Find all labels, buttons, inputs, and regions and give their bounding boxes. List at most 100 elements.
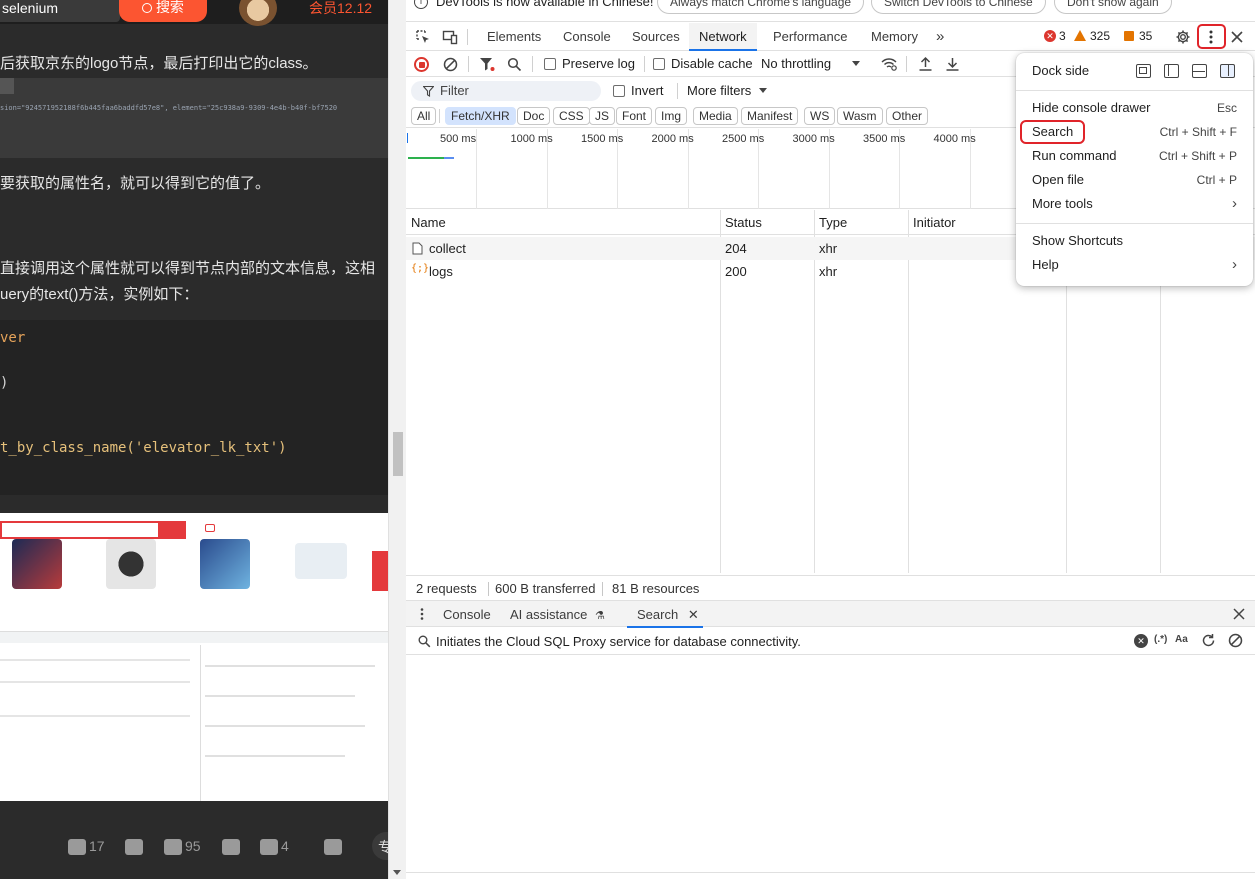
clear-search-icon[interactable]: ✕ xyxy=(1134,634,1148,648)
column-header-type[interactable]: Type xyxy=(814,210,847,235)
comment-button[interactable]: 4 xyxy=(260,838,289,856)
more-tabs-chevron-icon[interactable]: » xyxy=(926,23,954,51)
checkbox-box[interactable] xyxy=(653,58,665,70)
type-chip-other[interactable]: Other xyxy=(886,107,929,125)
clear-icon[interactable] xyxy=(443,57,458,72)
menu-item-run-command[interactable]: Run command Ctrl + Shift + P xyxy=(1016,144,1253,168)
resources-size: 81 B resources xyxy=(612,581,700,596)
tab-elements[interactable]: Elements xyxy=(477,23,551,51)
import-har-upload-icon[interactable] xyxy=(918,56,933,72)
dock-bottom-icon[interactable] xyxy=(1192,64,1207,78)
site-search-label: 搜索 xyxy=(155,0,184,15)
checkbox-box[interactable] xyxy=(544,58,556,70)
type-chip-wasm[interactable]: Wasm xyxy=(837,107,883,125)
match-case-toggle[interactable]: Aa xyxy=(1175,634,1188,645)
match-language-button[interactable]: Always match Chrome's language xyxy=(657,0,865,14)
tab-performance[interactable]: Performance xyxy=(763,23,857,51)
disable-cache-checkbox[interactable]: Disable cache xyxy=(653,56,753,71)
record-stop-icon[interactable] xyxy=(414,57,429,72)
tab-console[interactable]: Console xyxy=(553,23,621,51)
column-header-status[interactable]: Status xyxy=(720,210,762,235)
menu-item-label: Hide console drawer xyxy=(1032,100,1151,115)
tab-network[interactable]: Network xyxy=(689,23,757,51)
type-chip-ws[interactable]: WS xyxy=(804,107,836,125)
vip-badge[interactable]: 会员12.12 xyxy=(309,0,372,18)
type-chip-fetch-xhr[interactable]: Fetch/XHR xyxy=(445,107,516,125)
share-button[interactable] xyxy=(324,838,345,856)
close-tab-icon[interactable]: ✕ xyxy=(688,607,699,622)
menu-item-open-file[interactable]: Open file Ctrl + P xyxy=(1016,168,1253,192)
type-chip-js[interactable]: JS xyxy=(589,107,616,125)
cart-icon xyxy=(205,524,215,532)
drawer-tab-console[interactable]: Console xyxy=(443,601,491,628)
preserve-log-checkbox[interactable]: Preserve log xyxy=(544,56,635,71)
type-chip-font[interactable]: Font xyxy=(616,107,653,125)
dock-left-icon[interactable] xyxy=(1164,64,1179,78)
issues-count[interactable]: 35 xyxy=(1139,29,1152,43)
dont-show-again-button[interactable]: Don't show again xyxy=(1054,0,1172,14)
filter-input[interactable]: Filter xyxy=(411,81,601,101)
site-search-input[interactable]: selenium xyxy=(0,0,120,22)
side-feature-button[interactable]: 专 xyxy=(372,832,388,860)
scroll-down-arrow-icon[interactable] xyxy=(393,870,401,875)
warning-count[interactable]: 325 xyxy=(1090,29,1110,43)
type-chip-doc[interactable]: Doc xyxy=(517,107,551,125)
type-chip-css[interactable]: CSS xyxy=(553,107,590,125)
submenu-chevron-icon: › xyxy=(1232,256,1237,273)
drawer-tab-search[interactable]: Search ✕ xyxy=(627,601,703,628)
dislike-button[interactable] xyxy=(125,838,146,856)
reward-button[interactable] xyxy=(222,838,243,856)
type-chip-media[interactable]: Media xyxy=(693,107,738,125)
menu-item-show-shortcuts[interactable]: Show Shortcuts xyxy=(1016,229,1253,253)
error-icon[interactable]: ✕ xyxy=(1044,30,1056,42)
like-button[interactable]: 17 xyxy=(68,838,105,856)
refresh-icon[interactable] xyxy=(1201,633,1216,648)
column-header-initiator[interactable]: Initiator xyxy=(908,210,956,235)
site-search-button[interactable]: 搜索 xyxy=(119,0,207,22)
tab-memory[interactable]: Memory xyxy=(861,23,928,51)
page-scrollbar[interactable] xyxy=(388,0,406,879)
drawer-menu-icon[interactable] xyxy=(419,607,425,621)
warning-icon[interactable] xyxy=(1074,30,1086,41)
search-tab-label: Search xyxy=(637,607,679,622)
language-infobar: i DevTools is now available in Chinese! … xyxy=(406,0,1255,22)
close-drawer-icon[interactable] xyxy=(1233,608,1245,620)
column-header-name[interactable]: Name xyxy=(406,210,446,235)
timeline-tick-label: 4000 ms xyxy=(933,133,976,145)
regex-toggle[interactable]: (.*) xyxy=(1154,634,1167,645)
clear-results-icon[interactable] xyxy=(1228,633,1243,648)
checkbox-box[interactable] xyxy=(613,85,625,97)
menu-item-help[interactable]: Help › xyxy=(1016,253,1253,277)
close-devtools-icon[interactable] xyxy=(1229,29,1245,45)
dock-right-icon[interactable] xyxy=(1220,64,1235,78)
filter-funnel-icon[interactable] xyxy=(479,57,495,72)
export-har-download-icon[interactable] xyxy=(945,56,960,72)
drawer-tab-ai-assistance[interactable]: AI assistance ⚗ xyxy=(510,601,605,628)
error-count[interactable]: 3 xyxy=(1059,29,1066,43)
settings-gear-icon[interactable] xyxy=(1175,29,1191,45)
throttling-select[interactable]: No throttling xyxy=(761,56,831,71)
switch-to-chinese-button[interactable]: Switch DevTools to Chinese xyxy=(871,0,1046,14)
network-conditions-wifi-icon[interactable] xyxy=(880,56,898,72)
favorite-button[interactable]: 95 xyxy=(164,838,201,856)
tab-sources[interactable]: Sources xyxy=(622,23,690,51)
type-chip-img[interactable]: Img xyxy=(655,107,688,125)
type-chip-all[interactable]: All xyxy=(411,107,437,125)
chevron-down-icon[interactable] xyxy=(759,88,767,93)
more-filters-button[interactable]: More filters xyxy=(687,83,751,98)
inspect-element-icon[interactable] xyxy=(415,29,431,45)
avatar[interactable] xyxy=(239,0,277,26)
bottom-edge xyxy=(406,872,1255,879)
scrollbar-thumb[interactable] xyxy=(393,432,403,476)
type-chip-manifest[interactable]: Manifest xyxy=(741,107,799,125)
chevron-down-icon[interactable] xyxy=(852,61,860,66)
issues-icon[interactable] xyxy=(1124,31,1134,41)
search-network-icon[interactable] xyxy=(507,57,522,72)
menu-item-hide-console-drawer[interactable]: Hide console drawer Esc xyxy=(1016,96,1253,120)
search-query-input[interactable] xyxy=(436,633,1126,650)
device-toolbar-icon[interactable] xyxy=(442,29,458,45)
timeline-tick-label: 500 ms xyxy=(440,133,477,145)
invert-checkbox[interactable]: Invert xyxy=(613,83,664,98)
menu-item-more-tools[interactable]: More tools › xyxy=(1016,192,1253,216)
undock-icon[interactable] xyxy=(1136,64,1151,78)
